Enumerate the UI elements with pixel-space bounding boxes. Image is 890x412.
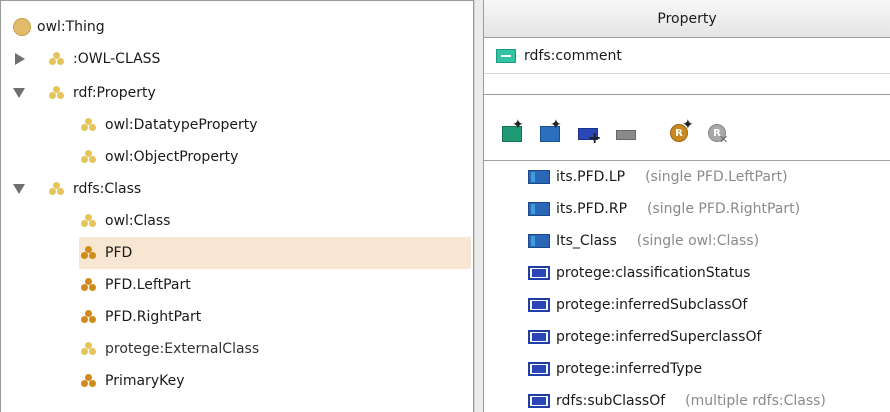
- property-row-label: rdfs:comment: [524, 47, 622, 64]
- star-icon: ✦: [682, 117, 694, 133]
- slot-label: protege:inferredSubclassOf: [556, 297, 748, 313]
- class-icon: [81, 310, 97, 324]
- slot-label: protege:classificationStatus: [556, 265, 751, 281]
- class-icon: [49, 52, 65, 66]
- slot-note: (multiple rdfs:Class): [685, 393, 826, 409]
- tree-item-label: PFD: [105, 245, 133, 261]
- collapse-arrow-icon[interactable]: [13, 184, 25, 194]
- tree-item-owl-class-root[interactable]: :OWL-CLASS: [1, 43, 473, 75]
- slot-row[interactable]: its.PFD.RP (single PFD.RightPart): [484, 193, 890, 225]
- expand-arrow-icon[interactable]: [15, 53, 25, 65]
- tree-item-owl-thing[interactable]: owl:Thing: [13, 11, 473, 43]
- star-icon: ✦: [512, 117, 524, 133]
- owl-thing-icon: [13, 18, 31, 36]
- slot-label: protege:inferredType: [556, 361, 703, 377]
- slot-label: protege:inferredSuperclassOf: [556, 329, 762, 345]
- class-icon: [49, 86, 65, 100]
- slot-label: its.PFD.LP: [556, 169, 626, 185]
- class-icon: [81, 214, 97, 228]
- inherited-slot-icon: [528, 330, 550, 344]
- tree-item-owl-class[interactable]: owl:Class: [1, 205, 473, 237]
- class-icon: [81, 246, 97, 260]
- tree-item-pfd[interactable]: PFD: [79, 237, 471, 269]
- own-slot-icon: [528, 170, 550, 184]
- slot-label: rdfs:subClassOf: [556, 393, 666, 409]
- divider-edge: [474, 0, 475, 412]
- inherited-slot-icon: [528, 266, 550, 280]
- class-tree[interactable]: owl:Thing :OWL-CLASS rdf:Property owl:Da…: [0, 0, 474, 412]
- split-pane-divider[interactable]: [474, 0, 484, 412]
- tree-item-label: PFD.RightPart: [105, 309, 202, 325]
- property-row[interactable]: rdfs:comment: [484, 38, 890, 74]
- create-restriction-button[interactable]: R ✦: [664, 118, 694, 146]
- class-icon: [81, 374, 97, 388]
- tree-item-pfd-rightpart[interactable]: PFD.RightPart: [1, 301, 473, 333]
- own-slot-icon: [528, 202, 550, 216]
- tree-item-primarykey[interactable]: PrimaryKey: [1, 365, 473, 397]
- slot-row[interactable]: protege:classificationStatus: [484, 257, 890, 289]
- tree-item-rdf-property[interactable]: rdf:Property: [1, 77, 473, 109]
- inherited-slot-icon: [528, 362, 550, 376]
- tree-item-label: PrimaryKey: [105, 373, 185, 389]
- class-icon: [81, 118, 97, 132]
- tree-item-label: owl:Class: [105, 213, 171, 229]
- tree-item-label: PFD.LeftPart: [105, 277, 191, 293]
- inherited-slot-icon: [528, 298, 550, 312]
- add-slot-button[interactable]: +: [574, 118, 604, 146]
- remove-slot-icon: [616, 130, 636, 140]
- class-icon: [81, 278, 97, 292]
- property-column-header[interactable]: Property: [484, 0, 890, 38]
- tree-item-label: protege:ExternalClass: [105, 341, 260, 357]
- class-icon: [49, 182, 65, 196]
- plus-icon: +: [588, 128, 602, 147]
- annotation-property-table[interactable]: Property rdfs:comment: [484, 0, 890, 95]
- tree-item-pfd-leftpart[interactable]: PFD.LeftPart: [1, 269, 473, 301]
- class-icon: [81, 342, 97, 356]
- own-slot-icon: [528, 234, 550, 248]
- tree-item-owl-objectproperty[interactable]: owl:ObjectProperty: [1, 141, 473, 173]
- slot-row[interactable]: Its_Class (single owl:Class): [484, 225, 890, 257]
- tree-item-owl-datatypeproperty[interactable]: owl:DatatypeProperty: [1, 109, 473, 141]
- tree-item-label: rdf:Property: [73, 85, 156, 101]
- class-icon: [81, 150, 97, 164]
- tree-item-protege-externalclass[interactable]: protege:ExternalClass: [1, 333, 473, 365]
- slot-label: Its_Class: [556, 233, 617, 249]
- remove-restriction-button[interactable]: R ✕: [702, 118, 732, 146]
- inherited-slot-icon: [528, 394, 550, 408]
- template-slot-list[interactable]: its.PFD.LP (single PFD.LeftPart) its.PFD…: [484, 160, 890, 412]
- star-icon: ✦: [550, 117, 562, 133]
- tree-item-label: owl:DatatypeProperty: [105, 117, 258, 133]
- tree-item-label: :OWL-CLASS: [73, 51, 161, 67]
- tree-item-label: owl:ObjectProperty: [105, 149, 239, 165]
- slot-row[interactable]: protege:inferredType: [484, 353, 890, 385]
- collapse-arrow-icon[interactable]: [13, 88, 25, 98]
- slot-note: (single PFD.RightPart): [647, 201, 801, 217]
- annotation-property-icon: [496, 48, 516, 63]
- close-icon: ✕: [719, 133, 729, 146]
- create-slot-button[interactable]: ✦: [498, 118, 528, 146]
- tree-item-label: rdfs:Class: [73, 181, 142, 197]
- slot-toolbar: ✦ ✦ + R ✦ R ✕: [484, 112, 890, 152]
- tree-item-label: owl:Thing: [37, 19, 105, 35]
- slot-row[interactable]: protege:inferredSuperclassOf: [484, 321, 890, 353]
- slot-label: its.PFD.RP: [556, 201, 628, 217]
- create-slot-alt-button[interactable]: ✦: [536, 118, 566, 146]
- slot-row[interactable]: its.PFD.LP (single PFD.LeftPart): [484, 161, 890, 193]
- property-header-label: Property: [657, 10, 717, 27]
- slot-row[interactable]: rdfs:subClassOf (multiple rdfs:Class): [484, 385, 890, 412]
- slot-note: (single owl:Class): [636, 233, 760, 249]
- remove-slot-button[interactable]: [612, 118, 642, 146]
- slot-note: (single PFD.LeftPart): [645, 169, 788, 185]
- tree-item-rdfs-class[interactable]: rdfs:Class: [1, 173, 473, 205]
- slot-row[interactable]: protege:inferredSubclassOf: [484, 289, 890, 321]
